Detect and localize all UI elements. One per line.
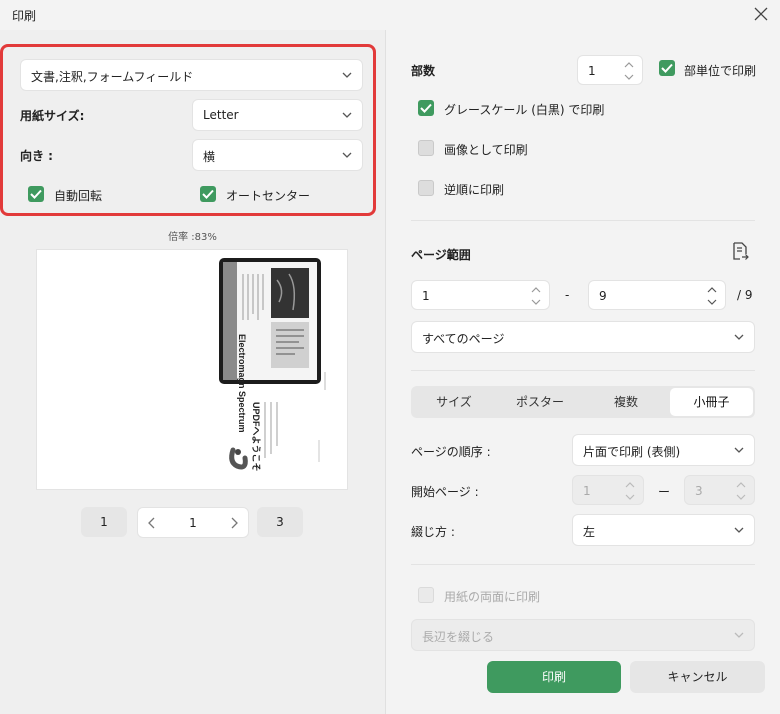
orientation-label: 向き : [20,149,53,163]
range-from-input[interactable]: 1 [411,280,550,310]
as-image-label: 画像として印刷 [444,143,528,157]
copies-input[interactable]: 1 [577,55,643,85]
duplex-checkbox[interactable] [418,587,434,603]
content-select-value: 文書,注釈,フォームフィールド [31,70,194,84]
reverse-order-label: 逆順に印刷 [444,183,505,197]
preview-page-graphic: Electromagn Spectrum UPDFへようこそ [219,258,326,472]
close-icon [754,7,768,21]
long-edge-select[interactable]: 長辺を綴じる [411,619,755,651]
paper-size-select[interactable]: Letter [192,99,363,131]
preview-spine-title: Electromagn Spectrum [237,334,247,433]
copies-label: 部数 [411,64,436,78]
section-divider [411,564,755,565]
page-navigator: 1 [137,507,249,538]
check-icon [420,103,432,113]
auto-center-checkbox[interactable] [200,186,216,202]
long-edge-value: 長辺を綴じる [422,630,495,644]
check-icon [661,63,673,73]
zoom-level: 倍率 :83% [168,232,217,243]
last-page-button[interactable]: 3 [257,507,303,537]
duplex-label: 用紙の両面に印刷 [444,590,541,604]
pages-select[interactable]: すべてのページ [411,321,755,353]
tab-size[interactable]: サイズ [413,388,495,416]
chevron-down-icon [342,112,352,118]
start-page-to-value: 3 [695,484,703,498]
chevron-down-icon [342,152,352,158]
layout-tabs: サイズ ポスター 複数 小冊子 [411,386,755,418]
grayscale-label: グレースケール (白黒) で印刷 [444,103,605,117]
paper-size-value: Letter [203,108,239,122]
spinner-icon[interactable] [707,286,717,306]
chevron-right-icon[interactable] [230,517,238,529]
first-page-button[interactable]: 1 [81,507,127,537]
print-button[interactable]: 印刷 [487,661,621,693]
as-image-checkbox[interactable] [418,140,434,156]
start-page-to-input[interactable]: 3 [684,475,755,505]
spinner-icon [625,482,635,500]
start-page-from-input[interactable]: 1 [572,475,644,505]
range-from-value: 1 [422,289,430,303]
auto-center-label: オートセンター [226,189,311,203]
copies-value: 1 [588,64,596,78]
orientation-value: 横 [203,150,216,164]
right-pane [386,30,780,714]
auto-rotate-checkbox[interactable] [28,186,44,202]
collate-checkbox[interactable] [659,60,675,76]
page-range-label: ページ範囲 [411,248,471,262]
range-dash: - [565,288,570,302]
start-page-label: 開始ページ : [411,485,479,499]
spinner-icon[interactable] [624,61,634,81]
binding-label: 綴じ方 : [411,525,455,539]
updf-logo-icon [229,447,248,470]
section-divider [411,220,755,221]
reverse-order-checkbox[interactable] [418,180,434,196]
section-divider [411,370,755,371]
binding-select[interactable]: 左 [572,514,755,546]
range-to-input[interactable]: 9 [588,280,726,310]
chevron-down-icon [734,334,744,340]
chevron-down-icon [342,72,352,78]
chevron-down-icon [734,447,744,453]
page-order-label: ページの順序 : [411,445,491,459]
dialog-title: 印刷 [12,9,37,23]
auto-rotate-label: 自動回転 [54,189,103,203]
title-bar: 印刷 [0,0,780,30]
paper-size-label: 用紙サイズ: [20,109,85,123]
tab-booklet[interactable]: 小冊子 [670,388,753,416]
chevron-down-icon [734,527,744,533]
check-icon [202,189,214,199]
close-button[interactable] [748,2,774,26]
orientation-select[interactable]: 横 [192,139,363,171]
preview-welcome-title: UPDFへようこそ [251,402,261,472]
grayscale-checkbox[interactable] [418,100,434,116]
cancel-button[interactable]: キャンセル [630,661,765,693]
content-select[interactable]: 文書,注釈,フォームフィールド [20,59,363,91]
page-order-value: 片面で印刷 (表側) [583,445,681,459]
start-page-dash: ー [658,485,671,499]
tab-poster[interactable]: ポスター [499,388,581,416]
range-total: / 9 [737,288,753,302]
binding-value: 左 [583,525,596,539]
start-page-from-value: 1 [583,484,591,498]
check-icon [30,189,42,199]
spinner-icon[interactable] [531,286,541,306]
collate-label: 部単位で印刷 [684,64,757,78]
print-preview: Electromagn Spectrum UPDFへようこそ [36,249,348,490]
tab-multiple[interactable]: 複数 [585,388,667,416]
chevron-down-icon [734,632,744,638]
page-order-select[interactable]: 片面で印刷 (表側) [572,434,755,466]
range-to-value: 9 [599,289,607,303]
page-range-options-icon[interactable] [731,242,749,262]
pages-select-value: すべてのページ [422,332,505,346]
spinner-icon [736,482,746,500]
